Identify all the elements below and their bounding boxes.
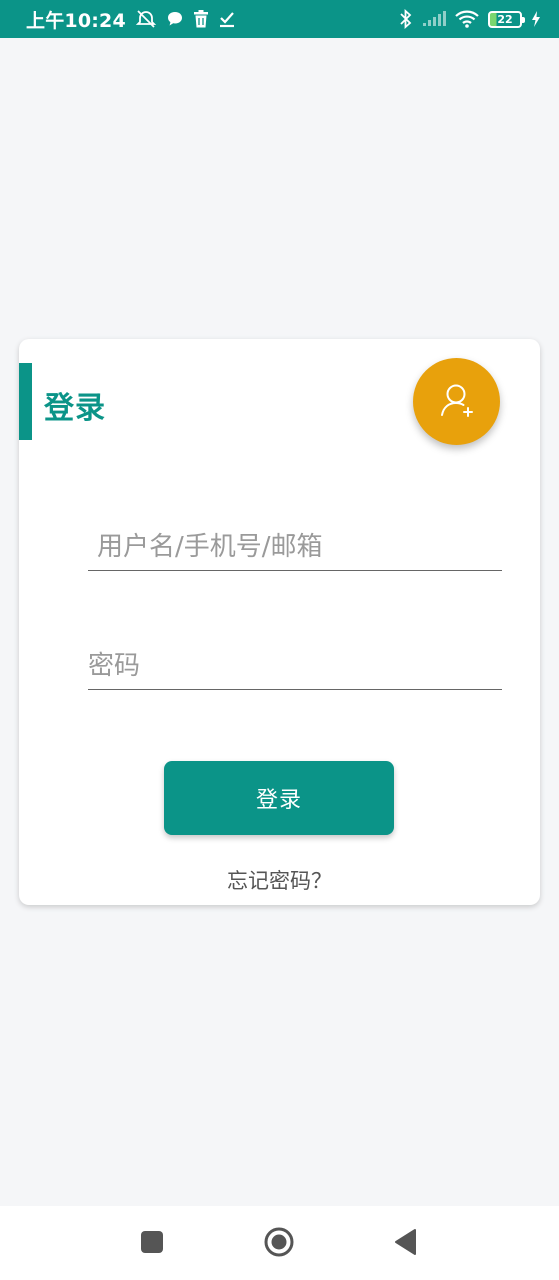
login-button[interactable]: 登录 [164, 761, 394, 835]
alarm-off-icon [135, 9, 157, 29]
trash-icon [193, 10, 209, 28]
status-bar: 上午10:24 22 [0, 0, 559, 38]
home-icon [263, 1226, 295, 1262]
battery-level: 22 [497, 12, 513, 26]
battery-icon: 22 [488, 10, 525, 28]
bluetooth-icon [399, 9, 413, 29]
status-bar-right: 22 [399, 9, 541, 29]
username-input[interactable] [88, 515, 502, 570]
charging-bolt-icon [531, 11, 541, 27]
login-card: 登录 登录 忘记密码？ [19, 339, 540, 905]
home-button[interactable] [259, 1224, 299, 1264]
user-add-icon [437, 380, 477, 424]
password-field-container [88, 634, 502, 690]
recent-apps-button[interactable] [132, 1224, 172, 1264]
status-bar-left: 上午10:24 [26, 6, 236, 33]
navigation-bar [0, 1206, 559, 1280]
recent-apps-icon [140, 1230, 164, 1258]
forgot-password-link[interactable]: 忘记密码？ [19, 865, 540, 895]
title-accent-bar [19, 363, 32, 440]
page-title: 登录 [44, 391, 106, 426]
check-download-icon [218, 10, 236, 28]
status-time: 上午10:24 [26, 9, 126, 32]
username-field-container [88, 515, 502, 571]
back-button[interactable] [386, 1224, 426, 1264]
signal-icon [422, 11, 446, 27]
password-input[interactable] [88, 634, 502, 689]
chat-bubble-icon [166, 10, 184, 28]
back-icon [393, 1228, 419, 1260]
register-fab-button[interactable] [413, 358, 500, 445]
wifi-icon [455, 10, 479, 28]
